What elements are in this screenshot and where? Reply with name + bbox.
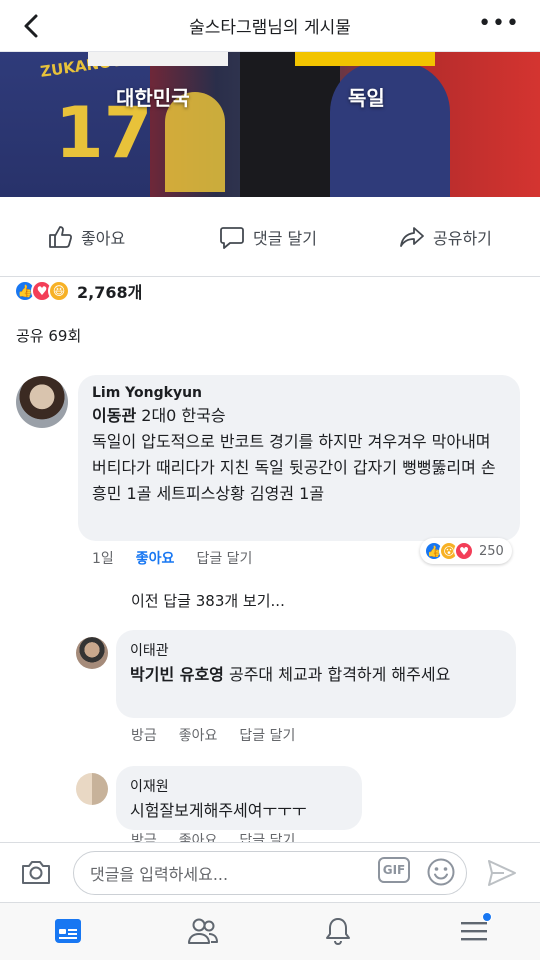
reply-like-button[interactable]: 좋아요 bbox=[179, 830, 218, 842]
reply-bubble: 이태관 박기빈 유호영 공주대 체교과 합격하게 해주세요 bbox=[116, 630, 516, 718]
mention-link[interactable]: 박기빈 유호영 bbox=[130, 665, 224, 684]
comment-time: 1일 bbox=[92, 551, 114, 567]
gif-button[interactable]: GIF bbox=[378, 857, 410, 883]
menu-notification-dot bbox=[482, 912, 492, 922]
notifications-bell-icon[interactable] bbox=[322, 915, 354, 947]
view-previous-replies-link[interactable]: 이전 답글 383개 보기... bbox=[131, 590, 285, 611]
comment-bubble-icon bbox=[220, 227, 244, 249]
emoji-icon[interactable] bbox=[426, 857, 456, 887]
reply-meta: 방금 좋아요 답글 달기 bbox=[131, 830, 295, 842]
comment-reactions[interactable]: 👍 😮 ♥ 250 bbox=[420, 538, 512, 564]
love-reaction-icon: ♥ bbox=[454, 541, 474, 561]
reply-author[interactable]: 이태관 bbox=[130, 640, 502, 660]
avatar[interactable] bbox=[76, 773, 108, 805]
avatar[interactable] bbox=[16, 376, 68, 428]
comment-button[interactable]: 댓글 달기 bbox=[219, 219, 317, 255]
reply-reply-button[interactable]: 답글 달기 bbox=[239, 725, 295, 745]
haha-reaction-icon: 😆 bbox=[48, 280, 70, 302]
share-button[interactable]: 공유하기 bbox=[399, 219, 492, 255]
news-feed-icon[interactable] bbox=[52, 915, 84, 947]
player-figure bbox=[240, 52, 340, 197]
reply-text: 박기빈 유호영 공주대 체교과 합격하게 해주세요 bbox=[130, 662, 502, 688]
camera-icon[interactable] bbox=[20, 857, 52, 887]
top-bar: 술스타그램님의 게시물 ••• bbox=[0, 0, 540, 52]
comment-reply-button[interactable]: 답글 달기 bbox=[196, 548, 252, 568]
post-screen: 술스타그램님의 게시물 ••• ZUKANOVIC 17 대한민국 독일 좋아요… bbox=[0, 0, 540, 960]
reaction-count: 2,768개 bbox=[77, 283, 143, 302]
comment-text: 이동관 2대0 한국승 독일이 압도적으로 반코트 경기를 하지만 겨우겨우 막… bbox=[92, 403, 506, 507]
comment-like-button[interactable]: 좋아요 bbox=[136, 548, 175, 568]
reply-meta: 방금 좋아요 답글 달기 bbox=[131, 725, 295, 745]
mention-link[interactable]: 이동관 bbox=[92, 406, 136, 425]
comment-bubble: Lim Yongkyun 이동관 2대0 한국승 독일이 압도적으로 반코트 경… bbox=[78, 375, 520, 541]
friends-icon[interactable] bbox=[186, 915, 220, 947]
share-arrow-icon bbox=[400, 227, 424, 247]
comment-reaction-count: 250 bbox=[479, 543, 504, 559]
reply-like-button[interactable]: 좋아요 bbox=[179, 725, 218, 745]
thumbs-up-icon bbox=[49, 226, 73, 248]
like-button[interactable]: 좋아요 bbox=[47, 219, 125, 255]
reply-body: 공주대 체교과 합격하게 해주세요 bbox=[223, 665, 451, 684]
comment-label: 댓글 달기 bbox=[253, 229, 317, 248]
bottom-nav bbox=[0, 902, 540, 960]
reply-bubble: 이재원 시험잘보게해주세여ㅜㅜㅜ bbox=[116, 766, 362, 830]
comment-input-bar: 댓글을 입력하세요... GIF bbox=[0, 842, 540, 902]
comment-meta: 1일 좋아요 답글 달기 bbox=[92, 548, 252, 568]
team-label-left: 대한민국 bbox=[116, 86, 190, 110]
reply-time: 방금 bbox=[131, 833, 157, 842]
reply-time: 방금 bbox=[131, 728, 157, 744]
flag-stripe bbox=[88, 52, 228, 66]
reaction-summary[interactable]: 👍 ♥ 😆 2,768개 bbox=[14, 276, 142, 306]
back-arrow-icon[interactable] bbox=[18, 12, 46, 40]
reply-reply-button[interactable]: 답글 달기 bbox=[239, 830, 295, 842]
like-label: 좋아요 bbox=[81, 229, 126, 248]
share-label: 공유하기 bbox=[433, 229, 492, 248]
page-title: 술스타그램님의 게시물 bbox=[189, 18, 351, 38]
comment-body: 2대0 한국승 독일이 압도적으로 반코트 경기를 하지만 겨우겨우 막아내며 … bbox=[92, 406, 496, 503]
share-count[interactable]: 공유 69회 bbox=[16, 325, 81, 346]
post-actions: 좋아요 댓글 달기 공유하기 bbox=[0, 197, 540, 277]
team-label-right: 독일 bbox=[348, 86, 385, 110]
reply-author[interactable]: 이재원 bbox=[130, 776, 348, 796]
avatar[interactable] bbox=[76, 637, 108, 669]
comment-author[interactable]: Lim Yongkyun bbox=[92, 385, 506, 401]
flag-stripe bbox=[295, 52, 435, 66]
reply-body: 시험잘보게해주세여ㅜㅜㅜ bbox=[130, 801, 307, 820]
send-icon[interactable] bbox=[486, 858, 518, 888]
post-image[interactable]: ZUKANOVIC 17 대한민국 독일 bbox=[0, 52, 540, 197]
more-options-icon[interactable]: ••• bbox=[478, 13, 520, 35]
